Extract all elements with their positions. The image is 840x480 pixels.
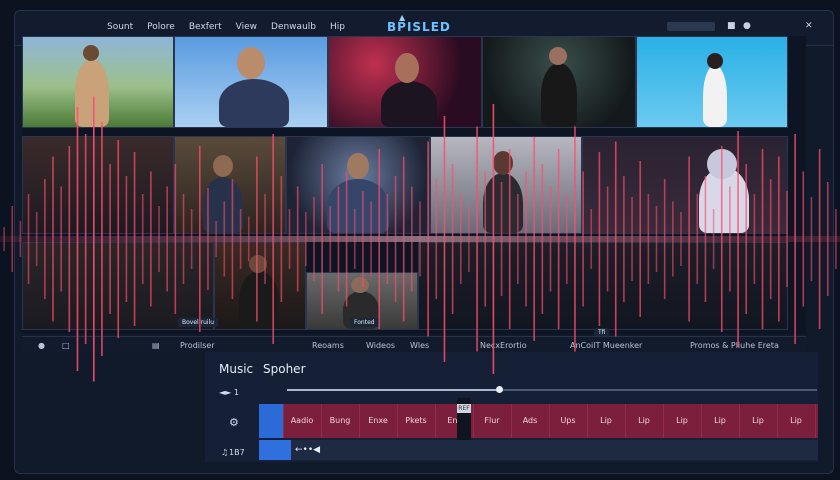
person-head xyxy=(395,53,419,83)
menu-item-sount[interactable]: Sount xyxy=(107,22,133,32)
media-thumb-dancer[interactable] xyxy=(636,36,788,128)
media-thumb-dark-2[interactable] xyxy=(22,242,214,330)
person-figure xyxy=(203,177,243,233)
person-figure xyxy=(75,59,109,127)
person-head xyxy=(549,47,567,65)
video-track[interactable]: ←••◀ xyxy=(259,440,818,460)
track-cell[interactable]: Bung xyxy=(321,404,360,438)
clip-label: Fonted xyxy=(350,318,379,327)
person-head xyxy=(347,153,369,179)
track-cell[interactable]: Enxe xyxy=(359,404,398,438)
track-cell[interactable]: Aadio xyxy=(283,404,322,438)
person-head xyxy=(707,53,723,69)
media-thumb-dark-3[interactable] xyxy=(214,242,306,330)
track-counter: 1B7 xyxy=(229,448,245,457)
timecode: ◄► 1 xyxy=(219,388,239,397)
media-thumb-stage[interactable] xyxy=(482,36,636,128)
track-cell[interactable]: Lip xyxy=(777,404,816,438)
media-thumb-dark-1[interactable] xyxy=(22,136,174,234)
person-figure xyxy=(541,63,577,127)
track-cell[interactable]: Lip xyxy=(625,404,664,438)
tab-monitor-icon[interactable]: ▤ xyxy=(152,341,160,350)
tab-grid-icon[interactable]: ● xyxy=(38,341,45,350)
track-cell[interactable]: Flur xyxy=(473,404,512,438)
video-clip[interactable] xyxy=(259,440,291,460)
tab-prodilser[interactable]: Prodilser xyxy=(180,341,215,350)
media-tabs: ● □ ▤ Prodilser Reoams Wideos Wles NecxE… xyxy=(22,336,806,353)
media-grid: Bovel ruilu Fonted Tfi xyxy=(22,36,806,337)
person-figure xyxy=(381,81,437,127)
media-thumb-crowd[interactable] xyxy=(174,136,286,234)
person-figure xyxy=(327,179,389,233)
menu-item-hip[interactable]: Hip xyxy=(330,22,345,32)
person-figure xyxy=(219,79,289,127)
playhead-tag: REF xyxy=(457,404,471,413)
menu-items: Sount Polore Bexfert View Denwaulb Hip xyxy=(107,22,345,32)
person-head xyxy=(237,47,265,79)
scrubber-progress xyxy=(287,389,499,391)
tab-necxerortio[interactable]: NecxErortio xyxy=(480,341,527,350)
media-thumb-grey[interactable] xyxy=(430,136,582,234)
track-cell[interactable]: Ads xyxy=(511,404,550,438)
settings-icon[interactable]: ⚙ xyxy=(229,416,239,429)
person-figure xyxy=(703,65,727,127)
tab-promos[interactable]: Promos & Pliuhe Ereta xyxy=(690,341,779,350)
track-clip-selected[interactable] xyxy=(259,404,284,438)
media-thumb-hoodie[interactable] xyxy=(582,136,788,234)
media-thumb-singer-red[interactable] xyxy=(328,36,482,128)
menu-item-denwaulb[interactable]: Denwaulb xyxy=(271,22,316,32)
person-head xyxy=(351,277,369,293)
person-figure xyxy=(239,271,279,329)
clip-controls[interactable]: ←••◀ xyxy=(295,445,320,455)
app-title: BPISLED xyxy=(387,20,451,34)
volume-icon[interactable]: ♫ xyxy=(221,448,228,457)
tab-copy-icon[interactable]: □ xyxy=(62,341,70,350)
menu-item-polore[interactable]: Polore xyxy=(147,22,175,32)
audio-panel: Music Spoher ◄► 1 ⚙ ♫ 1B7 Aadio Bung Enx… xyxy=(205,352,818,462)
info-icon[interactable]: ● xyxy=(743,21,751,31)
tab-wideos[interactable]: Wideos xyxy=(366,341,395,350)
scrubber-handle[interactable] xyxy=(496,386,503,393)
person-head xyxy=(707,149,737,179)
playhead[interactable]: REF xyxy=(457,398,471,442)
media-thumb-guitarist[interactable] xyxy=(22,36,174,128)
media-thumb-singer-blue[interactable] xyxy=(174,36,328,128)
audio-track[interactable]: Aadio Bung Enxe Pkets Ent Flur Ads Ups L… xyxy=(259,404,818,438)
tab-wles[interactable]: Wles xyxy=(410,341,429,350)
track-cell[interactable]: Lip xyxy=(663,404,702,438)
person-head xyxy=(493,151,513,175)
close-icon[interactable]: ✕ xyxy=(805,21,813,31)
track-cell[interactable]: Lip xyxy=(701,404,740,438)
person-head xyxy=(249,255,267,273)
scrubber[interactable] xyxy=(287,386,817,393)
track-cell[interactable]: Lip xyxy=(739,404,778,438)
media-thumb-speaker[interactable] xyxy=(286,136,430,234)
track-cell[interactable]: Ups xyxy=(549,404,588,438)
menu-item-bexfert[interactable]: Bexfert xyxy=(189,22,222,32)
tab-ancoilt[interactable]: AnCoilT Mueenker xyxy=(570,341,642,350)
person-figure xyxy=(483,173,523,233)
tab-reoams[interactable]: Reoams xyxy=(312,341,344,350)
person-head xyxy=(83,45,99,61)
left-panel xyxy=(22,352,205,462)
track-cell[interactable]: Lip xyxy=(587,404,626,438)
menu-item-view[interactable]: View xyxy=(236,22,257,32)
panel-title: Music xyxy=(219,362,254,376)
settings-icon[interactable]: ■ xyxy=(727,21,736,31)
panel-subtitle: Spoher xyxy=(263,362,306,376)
clip-label: Bovel ruilu xyxy=(178,318,219,327)
search-input[interactable] xyxy=(667,22,715,31)
track-cell[interactable]: Pkets xyxy=(397,404,436,438)
person-head xyxy=(213,155,233,177)
media-thumb-dark-4[interactable] xyxy=(418,242,788,330)
